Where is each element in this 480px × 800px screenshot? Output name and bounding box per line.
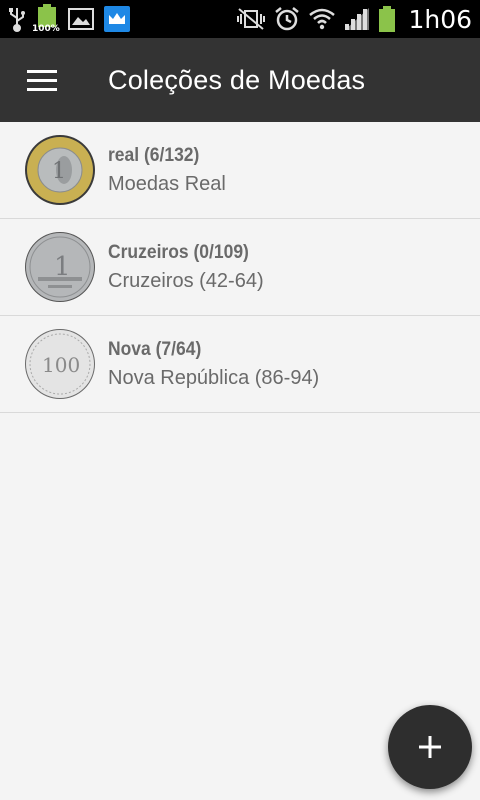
usb-icon <box>8 4 26 34</box>
status-bar-right: 1h06 <box>236 4 472 34</box>
menu-button[interactable] <box>0 38 84 122</box>
cruzeiro-coin-icon: 1 <box>25 232 95 302</box>
plus-icon <box>419 736 441 758</box>
nova-coin-icon: 100 <box>25 329 95 399</box>
battery-icon <box>378 4 396 34</box>
collection-title: Nova (7/64) <box>108 338 202 360</box>
battery-percent-label: 100% <box>32 24 60 34</box>
collection-title: real (6/132) <box>108 144 200 166</box>
page-title: Coleções de Moedas <box>108 64 366 95</box>
wifi-icon <box>308 4 336 34</box>
collection-subtitle: Cruzeiros (42-64) <box>108 269 264 292</box>
status-time: 1h06 <box>408 4 472 34</box>
status-bar: 100% 1h06 <box>0 0 480 38</box>
svg-text:100: 100 <box>42 353 80 377</box>
collection-item-nova[interactable]: 100 Nova (7/64) Nova República (86-94) <box>0 316 480 413</box>
hamburger-menu-icon <box>27 64 57 97</box>
collections-list: 1 real (6/132) Moedas Real 1 Cruzeiros (… <box>0 122 480 413</box>
status-bar-left: 100% <box>8 4 130 34</box>
svg-text:1: 1 <box>52 159 66 184</box>
image-icon <box>68 4 94 34</box>
alarm-icon <box>274 4 300 34</box>
collection-title: Cruzeiros (0/109) <box>108 241 249 263</box>
collection-subtitle: Nova República (86-94) <box>108 366 320 389</box>
crown-icon <box>104 6 130 32</box>
add-collection-button[interactable] <box>388 705 472 789</box>
signal-icon <box>344 4 370 34</box>
app-toolbar: Coleções de Moedas <box>0 38 480 122</box>
real-coin-icon: 1 <box>25 135 95 205</box>
collection-item-cruzeiros[interactable]: 1 Cruzeiros (0/109) Cruzeiros (42-64) <box>0 219 480 316</box>
collection-item-real[interactable]: 1 real (6/132) Moedas Real <box>0 122 480 219</box>
collection-subtitle: Moedas Real <box>108 172 226 195</box>
vibrate-off-icon <box>236 4 266 34</box>
battery-full-icon: 100% <box>32 4 60 34</box>
